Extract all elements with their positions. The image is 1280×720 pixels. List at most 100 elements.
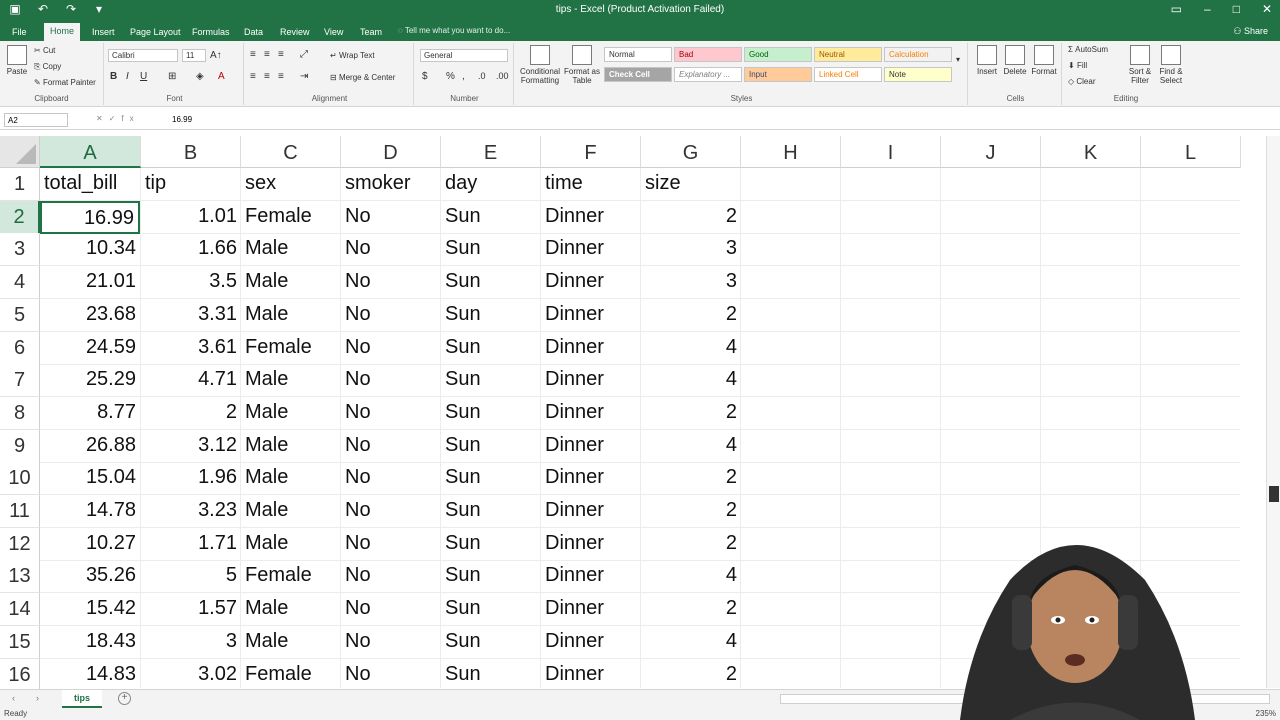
styles-more-icon[interactable]: ▾ (956, 55, 960, 64)
table-cell[interactable]: Female (241, 332, 341, 365)
confirm-entry-icon[interactable]: ✓ (109, 114, 122, 123)
table-cell[interactable]: 3 (641, 233, 741, 266)
table-cell[interactable]: 1.96 (141, 462, 241, 495)
format-as-table-button[interactable]: Format as Table (564, 45, 600, 85)
formula-input[interactable]: 16.99 (172, 115, 192, 124)
cut-button[interactable]: ✂ Cut (34, 46, 55, 55)
row-header-4[interactable]: 4 (0, 266, 40, 299)
column-header-c[interactable]: C (241, 136, 341, 168)
table-cell[interactable]: 3.02 (141, 659, 241, 692)
table-cell[interactable]: Dinner (541, 266, 641, 299)
table-cell[interactable]: No (341, 560, 441, 593)
name-box[interactable]: A2 (4, 113, 68, 127)
align-middle-icon[interactable]: ≡ (264, 49, 270, 60)
table-cell[interactable]: No (341, 364, 441, 397)
increase-decimal-icon[interactable]: .0 (478, 71, 486, 81)
table-cell[interactable]: 4 (641, 364, 741, 397)
column-header-g[interactable]: G (641, 136, 741, 168)
style-calculation[interactable]: Calculation (884, 47, 952, 62)
table-cell[interactable]: 15.04 (40, 462, 140, 495)
tab-page-layout[interactable]: Page Layout (124, 25, 187, 41)
table-cell[interactable]: 10.34 (40, 233, 140, 266)
table-cell[interactable]: 2 (641, 397, 741, 430)
table-cell[interactable]: No (341, 430, 441, 463)
row-header-11[interactable]: 11 (0, 495, 40, 528)
tab-home[interactable]: Home (44, 23, 81, 41)
row-header-14[interactable]: 14 (0, 593, 40, 626)
clear-button[interactable]: ◇ Clear (1068, 77, 1096, 86)
table-cell[interactable]: 5 (141, 560, 241, 593)
row-header-13[interactable]: 13 (0, 560, 40, 593)
table-cell[interactable]: Sun (441, 462, 541, 495)
table-cell[interactable]: Female (241, 560, 341, 593)
table-cell[interactable]: Dinner (541, 593, 641, 626)
borders-icon[interactable]: ⊞ (168, 71, 176, 82)
style-note[interactable]: Note (884, 67, 952, 82)
table-cell[interactable]: Male (241, 299, 341, 332)
style-normal[interactable]: Normal (604, 47, 672, 62)
table-cell[interactable]: Dinner (541, 430, 641, 463)
table-cell[interactable]: 4.71 (141, 364, 241, 397)
table-cell[interactable]: 25.29 (40, 364, 140, 397)
table-cell[interactable]: Male (241, 397, 341, 430)
table-cell[interactable]: 1.01 (141, 201, 241, 234)
decrease-decimal-icon[interactable]: .00 (496, 71, 509, 81)
style-good[interactable]: Good (744, 47, 812, 62)
table-cell[interactable]: Sun (441, 659, 541, 692)
table-cell[interactable]: Dinner (541, 626, 641, 659)
tab-insert[interactable]: Insert (86, 25, 121, 41)
table-cell[interactable]: Dinner (541, 659, 641, 692)
table-cell[interactable]: Sun (441, 233, 541, 266)
table-cell[interactable]: No (341, 201, 441, 234)
table-cell[interactable]: Female (241, 659, 341, 692)
header-cell-smoker[interactable]: smoker (341, 168, 441, 201)
font-name-select[interactable]: Calibri (108, 49, 178, 62)
table-cell[interactable]: 3.31 (141, 299, 241, 332)
column-header-j[interactable]: J (941, 136, 1041, 168)
orientation-icon[interactable]: ⤢ (300, 49, 308, 60)
fill-color-icon[interactable]: ◈ (196, 71, 204, 82)
cancel-entry-icon[interactable]: ✕ (96, 114, 109, 123)
table-cell[interactable]: 18.43 (40, 626, 140, 659)
format-cells-button[interactable]: Format (1030, 45, 1058, 76)
style-linked-cell[interactable]: Linked Cell (814, 67, 882, 82)
row-header-3[interactable]: 3 (0, 233, 40, 266)
column-header-b[interactable]: B (141, 136, 241, 168)
style-neutral[interactable]: Neutral (814, 47, 882, 62)
table-cell[interactable]: 4 (641, 560, 741, 593)
find-select-button[interactable]: Find & Select (1156, 45, 1186, 85)
table-cell[interactable]: Male (241, 593, 341, 626)
table-cell[interactable]: Male (241, 233, 341, 266)
row-header-1[interactable]: 1 (0, 168, 40, 201)
copy-button[interactable]: ⎘ Copy (34, 62, 61, 72)
scroll-thumb[interactable] (1269, 486, 1279, 502)
header-cell-time[interactable]: time (541, 168, 641, 201)
table-cell[interactable]: Dinner (541, 495, 641, 528)
table-cell[interactable]: Male (241, 364, 341, 397)
table-cell[interactable]: Sun (441, 528, 541, 561)
add-sheet-icon[interactable]: + (118, 692, 131, 705)
table-cell[interactable]: No (341, 528, 441, 561)
sheet-prev-icon[interactable]: ‹ (12, 693, 15, 703)
table-cell[interactable]: Dinner (541, 364, 641, 397)
table-cell[interactable]: No (341, 593, 441, 626)
table-cell[interactable]: Dinner (541, 332, 641, 365)
tab-file[interactable]: File (6, 25, 33, 41)
indent-icon[interactable]: ⇥ (300, 71, 308, 82)
table-cell[interactable]: Dinner (541, 233, 641, 266)
align-right-icon[interactable]: ≡ (278, 71, 284, 82)
style-input[interactable]: Input (744, 67, 812, 82)
delete-cells-button[interactable]: Delete (1002, 45, 1028, 76)
table-cell[interactable]: 1.66 (141, 233, 241, 266)
close-icon[interactable]: ✕ (1262, 2, 1272, 16)
row-header-6[interactable]: 6 (0, 332, 40, 365)
select-all-button[interactable] (0, 136, 40, 168)
table-cell[interactable]: 3.12 (141, 430, 241, 463)
row-header-9[interactable]: 9 (0, 430, 40, 463)
table-cell[interactable]: 14.83 (40, 659, 140, 692)
table-cell[interactable]: No (341, 659, 441, 692)
style-check-cell[interactable]: Check Cell (604, 67, 672, 82)
table-cell[interactable]: 26.88 (40, 430, 140, 463)
align-top-icon[interactable]: ≡ (250, 49, 256, 60)
table-cell[interactable]: Dinner (541, 201, 641, 234)
